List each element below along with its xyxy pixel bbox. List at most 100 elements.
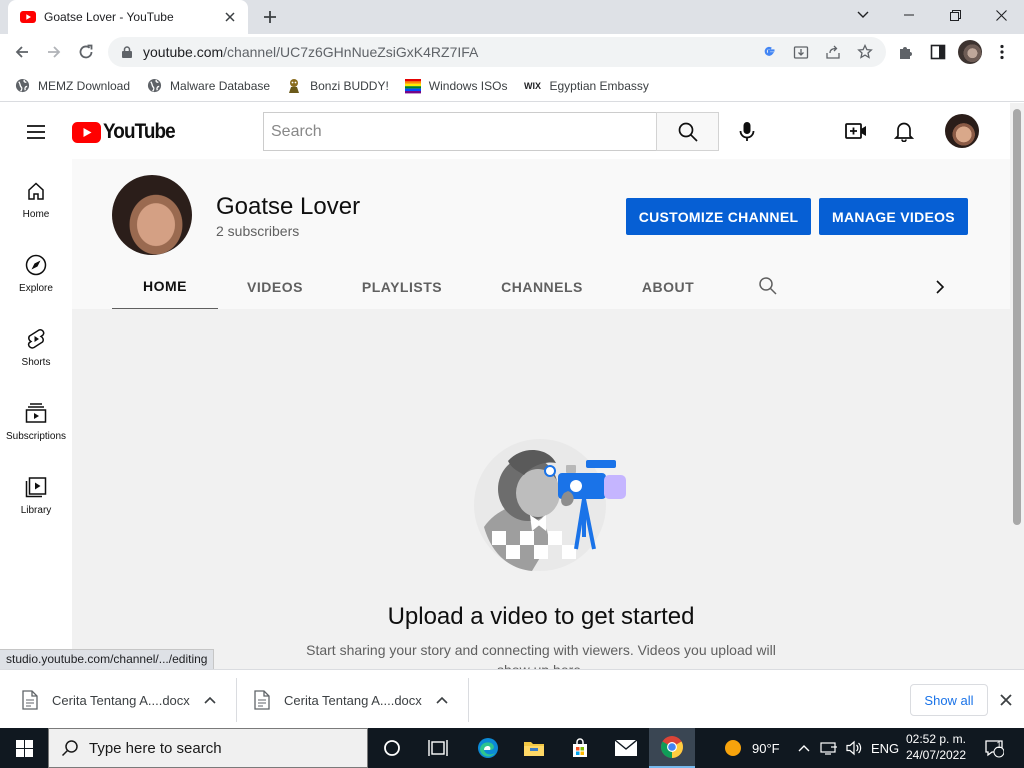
hamburger-menu-icon[interactable] [24,120,48,144]
manage-videos-button[interactable]: MANAGE VIDEOS [819,198,968,235]
side-panel-icon[interactable] [928,42,948,62]
volume-icon[interactable] [845,728,863,768]
bookmark-bonzi-buddy[interactable]: Bonzi BUDDY! [286,78,389,94]
sun-icon [725,740,741,756]
minimize-button[interactable] [886,0,932,30]
search-button[interactable] [656,112,719,151]
new-tab-button[interactable] [258,5,282,29]
reload-button[interactable] [72,38,100,66]
weather-temperature: 90°F [752,740,780,756]
sidebar-item-library[interactable]: Library [0,455,72,529]
share-icon[interactable] [824,43,842,61]
channel-name: Goatse Lover [216,193,361,220]
tabs-next-chevron-icon[interactable] [930,277,950,297]
clock-date: 24/07/2022 [905,748,967,762]
browser-toolbar: youtube.com/channel/UC7z6GHnNueZsiGxK4RZ… [0,34,1024,70]
camera-operator-illustration-icon [474,439,626,571]
taskbar-search-placeholder: Type here to search [89,739,222,757]
globe-icon [14,78,30,94]
back-button[interactable] [8,38,36,66]
bookmark-egyptian-embassy[interactable]: WIX Egyptian Embassy [523,78,649,94]
file-explorer-icon[interactable] [511,728,557,768]
window-close-button[interactable] [978,0,1024,30]
tab-about[interactable]: ABOUT [632,263,704,311]
microphone-icon [739,122,755,141]
download-item[interactable]: Cerita Tentang A....docx [254,678,450,722]
download-item[interactable]: Cerita Tentang A....docx [22,678,218,722]
youtube-page: YouTube Home Explore Shorts [0,103,1024,669]
notifications-bell-icon[interactable] [892,119,916,143]
windows-flag-icon [404,78,421,94]
scrollbar-thumb[interactable] [1013,109,1021,525]
youtube-favicon-icon [20,11,36,23]
sidebar-item-subscriptions[interactable]: Subscriptions [0,381,72,455]
browser-tab[interactable]: Goatse Lover - YouTube [8,0,248,34]
system-clock[interactable]: 02:52 p. m. 24/07/2022 [898,731,974,763]
show-hidden-icons-chevron-icon[interactable] [798,728,810,768]
sidebar-item-label: Shorts [21,357,51,368]
bonzi-icon [286,78,302,94]
bookmark-malware-database[interactable]: Malware Database [146,78,270,94]
chrome-menu-icon[interactable] [992,42,1012,62]
url-path: /channel/UC7z6GHnNueZsiGxK4RZ7IFA [223,44,479,60]
show-all-downloads-button[interactable]: Show all [910,684,988,716]
link-status-bubble: studio.youtube.com/channel/.../editing [0,649,215,669]
search-box[interactable] [263,112,656,151]
tab-channels[interactable]: CHANNELS [488,263,596,311]
forward-button[interactable] [40,38,68,66]
cortana-icon[interactable] [369,728,415,768]
page-scrollbar[interactable] [1010,103,1024,669]
youtube-logo-text: YouTube [103,120,176,143]
address-bar[interactable]: youtube.com/channel/UC7z6GHnNueZsiGxK4RZ… [108,37,886,67]
sidebar-item-home[interactable]: Home [0,159,72,233]
taskbar-search-box[interactable]: Type here to search [48,728,368,768]
customize-channel-button[interactable]: CUSTOMIZE CHANNEL [626,198,811,235]
empty-state-subtitle: Start sharing your story and connecting … [306,642,776,669]
tab-videos[interactable]: VIDEOS [230,263,320,311]
channel-content: Upload a video to get started Start shar… [72,309,1010,669]
network-icon[interactable] [820,728,838,768]
microsoft-store-icon[interactable] [557,728,603,768]
tab-search-chevron-icon[interactable] [840,0,886,30]
bookmark-label: Windows ISOs [428,78,508,93]
sidebar-item-explore[interactable]: Explore [0,233,72,307]
search-input[interactable] [271,122,656,141]
input-language-indicator[interactable]: ENG [871,728,899,768]
chevron-up-icon[interactable] [434,692,450,708]
wix-icon: WIX [523,80,541,91]
compass-icon [24,253,48,277]
install-app-icon[interactable] [792,43,810,61]
sidebar-item-shorts[interactable]: Shorts [0,307,72,381]
bookmark-star-icon[interactable] [856,43,874,61]
subscriptions-icon [24,401,48,425]
bookmark-label: Malware Database [170,78,271,93]
google-translate-icon[interactable] [760,43,778,61]
search-icon [678,122,698,142]
tab-home[interactable]: HOME [112,263,218,311]
chevron-up-icon[interactable] [202,692,218,708]
weather-widget[interactable]: 90°F [724,728,780,768]
close-downloads-icon[interactable] [997,691,1015,709]
sidebar-item-label: Subscriptions [5,431,67,442]
channel-search-icon[interactable] [758,276,780,298]
profile-avatar[interactable] [958,40,982,64]
chrome-taskbar-icon[interactable] [649,728,695,768]
edge-browser-icon[interactable] [465,728,511,768]
create-video-icon[interactable] [844,119,868,143]
task-view-icon[interactable] [415,728,461,768]
extensions-puzzle-icon[interactable] [896,42,916,62]
action-center-notifications-icon[interactable]: 1 [984,728,1004,768]
mail-icon[interactable] [603,728,649,768]
restore-button[interactable] [932,0,978,30]
bookmark-memz-download[interactable]: MEMZ Download [14,78,130,94]
tab-close-icon[interactable] [222,9,238,25]
shorts-icon [24,327,48,351]
url-text[interactable]: youtube.com/channel/UC7z6GHnNueZsiGxK4RZ… [143,44,478,60]
youtube-logo[interactable]: YouTube [72,120,183,144]
windows-start-button[interactable] [0,728,48,768]
tab-playlists[interactable]: PLAYLISTS [348,263,456,311]
voice-search-button[interactable] [729,114,765,150]
lock-icon[interactable] [120,45,134,59]
bookmark-windows-isos[interactable]: Windows ISOs [404,78,508,94]
account-avatar[interactable] [945,114,979,148]
